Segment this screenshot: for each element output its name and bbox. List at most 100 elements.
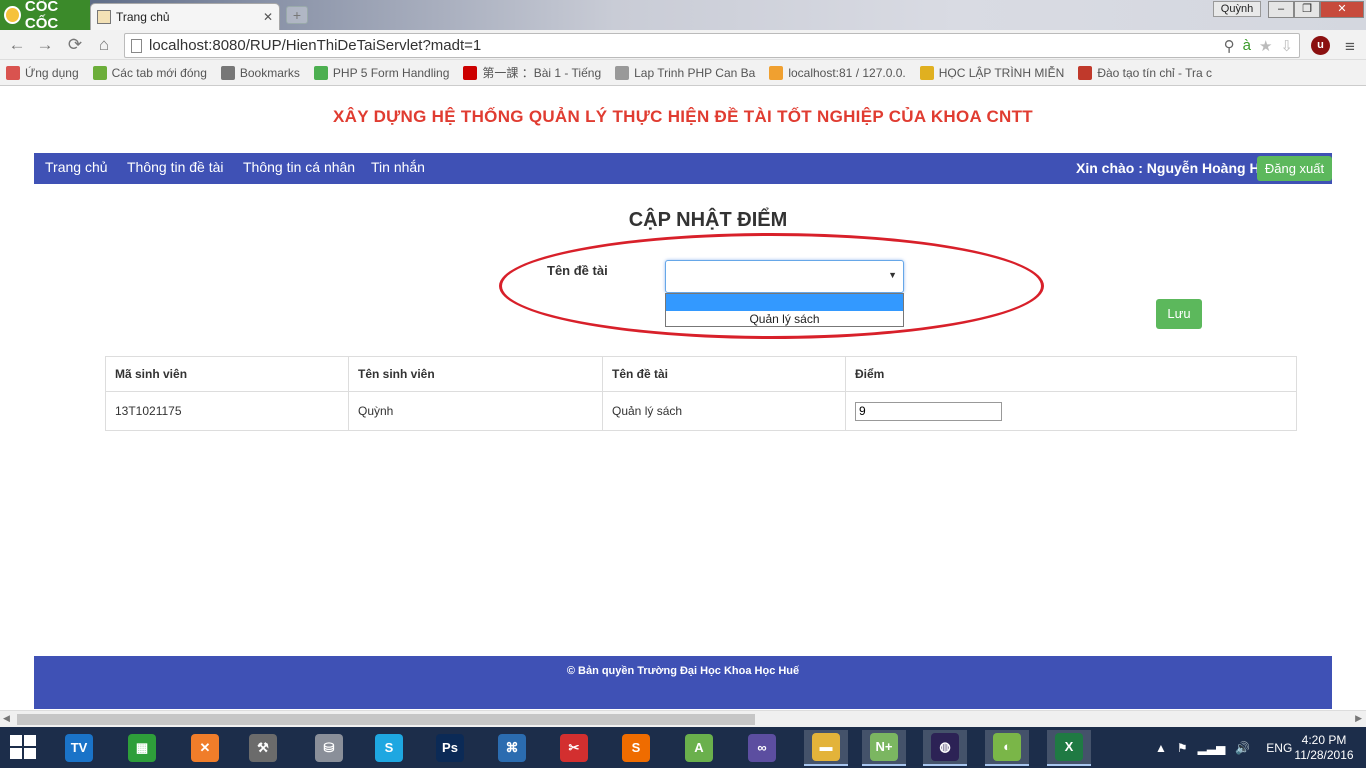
taskbar-app[interactable]: ⛁ [307,730,351,766]
explorer-icon: ▬ [812,733,840,761]
cell-topic: Quản lý sách [602,391,846,431]
browser-toolbar: ← → ⟳ ⌂ localhost:8080/RUP/HienThiDeTaiS… [0,30,1366,60]
url-text[interactable]: localhost:8080/RUP/HienThiDeTaiServlet?m… [149,37,1224,54]
windows-taskbar: TV ▦ ✕ ⚒ ⛁ S Ps ⌘ ✂ S A ∞ ▬ N+ ◍ ◐ X ▲ ⚑ ▂▃▅ 🔊 ENG 4:20 … [0,727,1366,768]
forward-icon[interactable]: → [34,35,56,55]
tab-close-icon[interactable]: ✕ [263,10,273,24]
nav-messages[interactable]: Tin nhắn [371,153,425,184]
browser-menu-icon[interactable]: ≡ [1345,37,1355,57]
tray-expand-icon[interactable]: ▲ [1155,741,1167,755]
logout-button[interactable]: Đăng xuất [1257,156,1332,181]
nav-personal-info[interactable]: Thông tin cá nhân [243,153,355,184]
col-score: Điểm [845,356,1297,392]
horizontal-scrollbar[interactable]: ◀ ▶ [0,710,1366,727]
start-button[interactable] [10,735,38,761]
recent-tabs-icon [92,65,107,80]
zoom-icon[interactable]: ⚲ [1224,37,1235,55]
coccoc-icon: ◐ [993,733,1021,761]
bookmark-item[interactable]: HỌC LẬP TRÌNH MIỄN [919,65,1065,80]
photoshop-icon: Ps [436,734,464,762]
back-icon[interactable]: ← [6,35,28,55]
clock-time: 4:20 PM [1301,733,1347,747]
bookmark-label: Đào tạo tín chỉ - Tra c [1097,65,1213,80]
extension-icon[interactable]: à [1243,37,1251,55]
taskbar-app[interactable]: ⚒ [241,730,285,766]
bookmark-label: localhost:81 / 127.0.0. [788,65,906,80]
foxit-icon: ✂ [560,734,588,762]
taskbar-app[interactable]: ✕ [183,730,227,766]
windows-logo-icon [10,735,22,746]
nav-home[interactable]: Trang chủ [45,153,108,184]
home-icon[interactable]: ⌂ [93,35,115,55]
nav-topic-info[interactable]: Thông tin đề tài [127,153,224,184]
bookmark-item[interactable]: Đào tạo tín chỉ - Tra c [1078,65,1213,80]
bookmark-item[interactable]: Các tab mới đóng [92,65,207,80]
system-clock[interactable]: 4:20 PM 11/28/2016 [1294,733,1354,763]
taskbar-app[interactable]: A [677,730,721,766]
site-icon [919,65,934,80]
minimize-button[interactable]: – [1268,1,1294,18]
skype-icon: S [375,734,403,762]
bookmark-item[interactable]: localhost:81 / 127.0.0. [769,65,906,80]
excel-icon: X [1055,733,1083,761]
taskbar-app[interactable]: ▦ [120,730,164,766]
score-input[interactable] [855,401,1002,421]
new-tab-button[interactable]: + [286,6,308,24]
volume-icon[interactable]: 🔊 [1235,741,1250,755]
cell-student-name: Quỳnh [348,391,603,431]
scroll-left-icon[interactable]: ◀ [3,713,10,724]
taskbar-app[interactable]: Ps [428,730,472,766]
bookmark-item[interactable]: Lap Trinh PHP Can Ba [615,65,755,80]
score-table: Mã sinh viên Tên sinh viên Tên đề tài Đi… [105,356,1297,431]
scrollbar-thumb[interactable] [17,714,755,725]
action-center-icon[interactable]: ⚑ [1177,741,1188,755]
close-window-button[interactable]: ✕ [1320,1,1364,18]
red-highlight-ellipse [499,233,1044,339]
save-button[interactable]: Lưu [1156,299,1202,329]
coccoc-logo[interactable]: CỐC CỐC [0,0,90,32]
taskbar-app[interactable]: ▬ [804,730,848,766]
taskbar-app[interactable]: ◍ [923,730,967,766]
taskbar-app[interactable]: ∞ [740,730,784,766]
profile-button[interactable]: Quỳnh [1213,1,1261,17]
web-page: XÂY DỰNG HỆ THỐNG QUẢN LÝ THỰC HIỆN ĐỀ T… [0,87,1366,709]
taskbar-app[interactable]: ◐ [985,730,1029,766]
download-icon[interactable]: ⇩ [1280,37,1293,55]
reload-icon[interactable]: ⟳ [64,35,86,55]
w3-icon [313,65,328,80]
maximize-button[interactable]: ❐ [1294,1,1320,18]
tools-icon: ⚒ [249,734,277,762]
scroll-right-icon[interactable]: ▶ [1355,713,1362,724]
bookmarks-bar: Ứng dụng Các tab mới đóng Bookmarks PHP 5 F… [0,60,1366,86]
taskbar-app[interactable]: S [367,730,411,766]
bookmark-label: Ứng dụng [25,65,79,80]
bookmark-label: HỌC LẬP TRÌNH MIỄN [938,65,1065,80]
taskbar-app[interactable]: ✂ [552,730,596,766]
taskbar-app[interactable]: N+ [862,730,906,766]
database-icon: ⛁ [315,734,343,762]
bookmark-item[interactable]: Ứng dụng [6,65,79,80]
cell-student-id: 13T1021175 [105,391,349,431]
network-icon[interactable]: ▂▃▅ [1198,741,1226,755]
col-topic: Tên đề tài [602,356,846,392]
taskbar-app[interactable]: ⌘ [490,730,534,766]
address-bar[interactable]: localhost:8080/RUP/HienThiDeTaiServlet?m… [124,33,1300,58]
table-row: 13T1021175 Quỳnh Quản lý sách [105,391,1297,431]
tab-title: Trang chủ [116,10,170,24]
system-tray: ▲ ⚑ ▂▃▅ 🔊 ENG [1155,727,1292,768]
col-student-id: Mã sinh viên [105,356,349,392]
bookmark-item[interactable]: PHP 5 Form Handling [313,65,449,80]
browser-tab[interactable]: Trang chủ ✕ [90,3,280,30]
bookmark-label: Các tab mới đóng [111,65,207,80]
notepad-plus-icon: N+ [870,733,898,761]
bookmark-item[interactable]: Bookmarks [220,65,300,80]
taskbar-app[interactable]: X [1047,730,1091,766]
taskbar-app[interactable]: TV [57,730,101,766]
coccoc-leaf-icon [4,6,21,24]
copyright-text: © Bản quyền Trường Đại Học Khoa Học Huế [566,665,800,677]
ublock-extension-icon[interactable]: u [1311,36,1330,55]
taskbar-app[interactable]: S [614,730,658,766]
bookmark-item[interactable]: 第一課 ：Bài 1 - Tiếng [463,64,601,81]
bookmark-star-icon[interactable]: ★ [1259,37,1272,55]
input-language[interactable]: ENG [1266,741,1292,755]
